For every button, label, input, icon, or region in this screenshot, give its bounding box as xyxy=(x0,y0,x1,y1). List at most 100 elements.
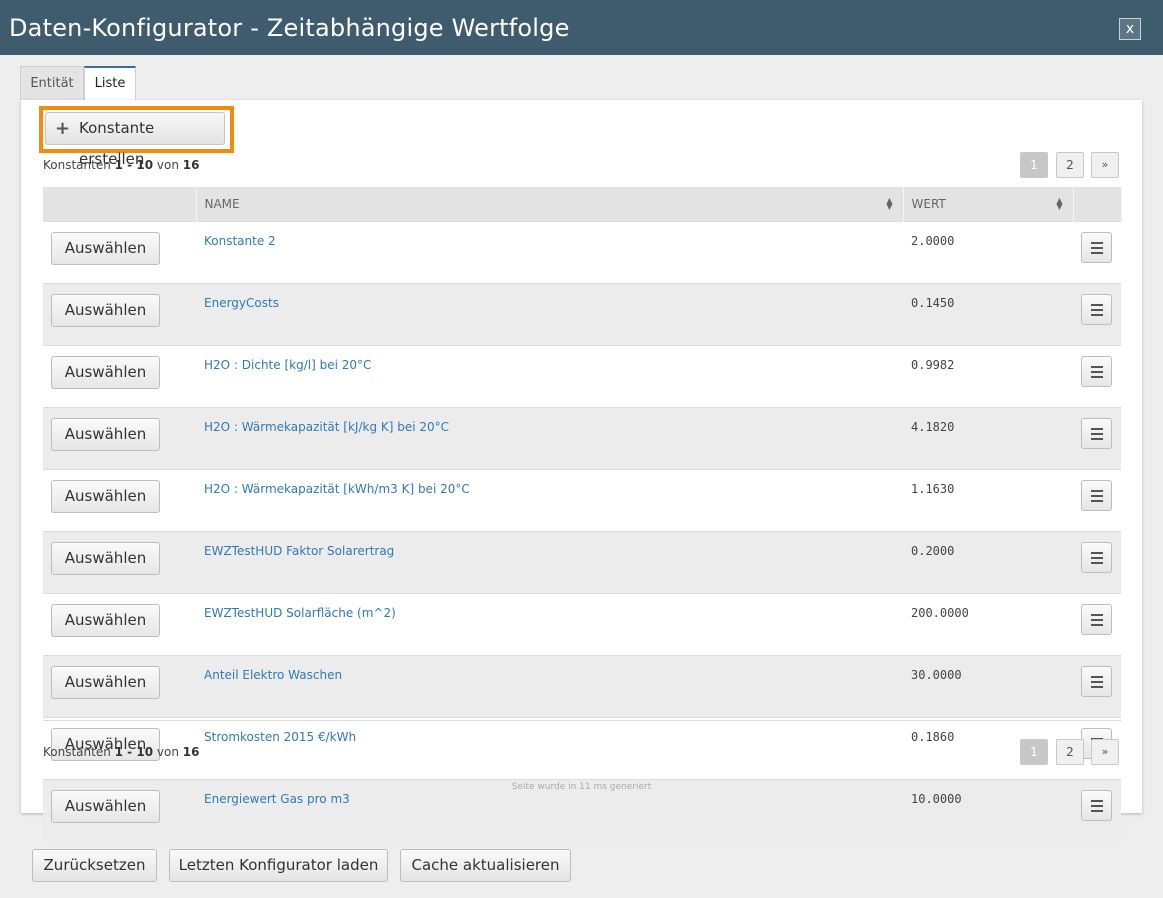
dialog-title: Daten-Konfigurator - Zeitabhängige Wertf… xyxy=(9,14,570,42)
header-value[interactable]: WERT ▲ ▼ xyxy=(903,187,1074,222)
table-row: Auswählen Stromkosten 2015 €/kWh 0.1860 xyxy=(43,717,1121,780)
sort-icon: ▲ ▼ xyxy=(1056,196,1063,211)
constant-name[interactable]: H2O : Wärmekapazität [kJ/kg K] bei 20°C xyxy=(196,407,903,470)
table-row: Auswählen EWZTestHUD Solarfläche (m^2) 200… xyxy=(43,593,1121,656)
select-button[interactable]: Auswählen xyxy=(51,356,160,389)
select-cell: Auswählen xyxy=(43,469,196,532)
select-button[interactable]: Auswählen xyxy=(51,604,160,637)
actions-cell xyxy=(1073,469,1121,532)
constant-value: 2.0000 xyxy=(903,221,1073,284)
configurator-dialog: Daten-Konfigurator - Zeitabhängige Wertf… xyxy=(0,0,1163,898)
select-button[interactable]: Auswählen xyxy=(51,790,160,823)
actions-cell xyxy=(1073,593,1121,656)
pagination-top: 1 2 » xyxy=(1020,152,1120,178)
select-cell: Auswählen xyxy=(43,655,196,718)
close-button[interactable]: x xyxy=(1119,18,1141,40)
refresh-cache-button[interactable]: Cache aktualisieren xyxy=(400,849,571,882)
table-row: Auswählen EnergyCosts 0.1450 xyxy=(43,283,1121,346)
constant-name[interactable]: EnergyCosts xyxy=(196,283,903,346)
row-menu-button[interactable] xyxy=(1081,356,1112,387)
select-cell: Auswählen xyxy=(43,283,196,346)
menu-icon xyxy=(1091,614,1103,616)
constant-name[interactable]: EWZTestHUD Faktor Solarertrag xyxy=(196,531,903,594)
table-row: Auswählen H2O : Dichte [kg/l] bei 20°C 0.9… xyxy=(43,345,1121,408)
constant-name[interactable]: H2O : Dichte [kg/l] bei 20°C xyxy=(196,345,903,408)
summary-range: 1 - 10 xyxy=(114,158,154,172)
plus-icon: + xyxy=(55,118,71,139)
result-summary-top: Konstanten 1 - 10 von 16 xyxy=(43,158,199,172)
actions-cell xyxy=(1073,221,1121,284)
constant-value: 4.1820 xyxy=(903,407,1073,470)
menu-icon xyxy=(1091,686,1103,688)
select-button[interactable]: Auswählen xyxy=(51,418,160,451)
actions-cell xyxy=(1073,345,1121,408)
header-name[interactable]: NAME ▲ ▼ xyxy=(196,187,904,222)
menu-icon xyxy=(1091,619,1103,621)
menu-icon xyxy=(1091,247,1103,249)
load-last-configurator-button[interactable]: Letzten Konfigurator laden xyxy=(169,849,388,882)
header-actions-column xyxy=(1073,187,1122,222)
constant-name[interactable]: EWZTestHUD Solarfläche (m^2) xyxy=(196,593,903,656)
table-row: Auswählen Anteil Elektro Waschen 30.0000 xyxy=(43,655,1121,718)
menu-icon xyxy=(1091,309,1103,311)
reset-button[interactable]: Zurücksetzen xyxy=(32,849,157,882)
select-cell: Auswählen xyxy=(43,221,196,284)
page-1-button[interactable]: 1 xyxy=(1020,152,1048,178)
select-cell: Auswählen xyxy=(43,531,196,594)
header-name-label: NAME xyxy=(204,197,240,211)
table-row: Auswählen H2O : Wärmekapazität [kJ/kg K] … xyxy=(43,407,1121,470)
page-2-button[interactable]: 2 xyxy=(1056,739,1084,765)
next-page-button[interactable]: » xyxy=(1091,739,1119,765)
tab-entitaet[interactable]: Entität xyxy=(20,66,84,100)
select-button[interactable]: Auswählen xyxy=(51,232,160,265)
row-menu-button[interactable] xyxy=(1081,542,1112,573)
select-button[interactable]: Auswählen xyxy=(51,542,160,575)
menu-icon xyxy=(1091,438,1103,440)
row-menu-button[interactable] xyxy=(1081,604,1112,635)
page-1-button[interactable]: 1 xyxy=(1020,739,1048,765)
constant-value: 1.1630 xyxy=(903,469,1073,532)
menu-icon xyxy=(1091,304,1103,306)
menu-icon xyxy=(1091,314,1103,316)
constant-value: 30.0000 xyxy=(903,655,1073,718)
select-button[interactable]: Auswählen xyxy=(51,294,160,327)
constant-name[interactable]: Konstante 2 xyxy=(196,221,903,284)
generation-time-note: Seite wurde in 11 ms generiert xyxy=(511,782,652,792)
constant-name[interactable]: Anteil Elektro Waschen xyxy=(196,655,903,718)
actions-cell xyxy=(1073,407,1121,470)
select-cell: Auswählen xyxy=(43,593,196,656)
menu-icon xyxy=(1091,557,1103,559)
actions-cell xyxy=(1073,655,1121,718)
summary-prefix: Konstanten xyxy=(43,745,111,759)
tab-liste[interactable]: Liste xyxy=(84,66,136,100)
dialog-titlebar: Daten-Konfigurator - Zeitabhängige Wertf… xyxy=(0,0,1163,55)
menu-icon xyxy=(1091,552,1103,554)
menu-icon xyxy=(1091,242,1103,244)
select-button[interactable]: Auswählen xyxy=(51,480,160,513)
select-button[interactable]: Auswählen xyxy=(51,666,160,699)
menu-icon xyxy=(1091,428,1103,430)
constant-name[interactable]: Stromkosten 2015 €/kWh xyxy=(196,717,903,780)
row-menu-button[interactable] xyxy=(1081,232,1112,263)
summary-total: 16 xyxy=(182,158,200,172)
menu-icon xyxy=(1091,681,1103,683)
next-page-button[interactable]: » xyxy=(1091,152,1119,178)
menu-icon xyxy=(1091,676,1103,678)
row-menu-button[interactable] xyxy=(1081,790,1112,821)
row-menu-button[interactable] xyxy=(1081,666,1112,697)
menu-icon xyxy=(1091,371,1103,373)
header-select-column xyxy=(43,187,197,222)
menu-icon xyxy=(1091,376,1103,378)
row-menu-button[interactable] xyxy=(1081,480,1112,511)
row-menu-button[interactable] xyxy=(1081,294,1112,325)
menu-icon xyxy=(1091,252,1103,254)
actions-cell xyxy=(1073,531,1121,594)
summary-prefix: Konstanten xyxy=(43,158,111,172)
create-constant-button[interactable]: + Konstante erstellen xyxy=(45,112,225,168)
row-menu-button[interactable] xyxy=(1081,418,1112,449)
menu-icon xyxy=(1091,490,1103,492)
constant-value: 0.9982 xyxy=(903,345,1073,408)
page-2-button[interactable]: 2 xyxy=(1056,152,1084,178)
menu-icon xyxy=(1091,805,1103,807)
constant-name[interactable]: H2O : Wärmekapazität [kWh/m3 K] bei 20°C xyxy=(196,469,903,532)
